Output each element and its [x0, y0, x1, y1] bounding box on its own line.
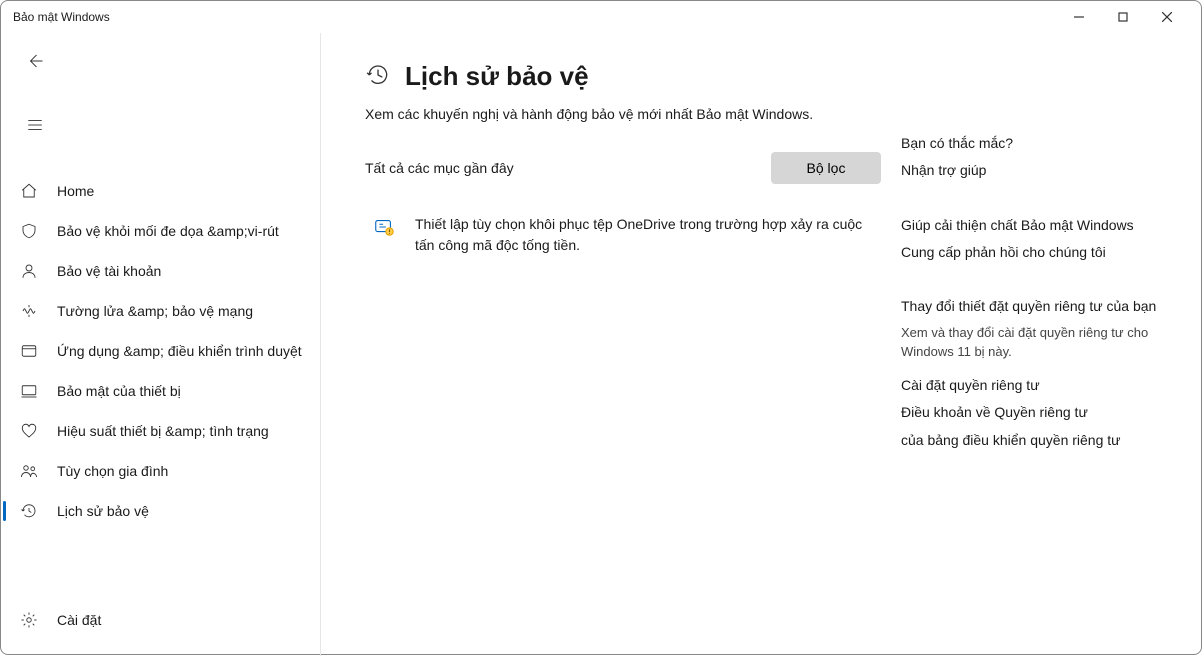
onedrive-warning-icon	[373, 214, 397, 256]
history-icon	[17, 502, 41, 520]
nav-list: Home Bảo vệ khỏi mối đe dọa &amp;vi-rút …	[1, 171, 320, 600]
recent-items-label: Tất cả các mục gần đây	[365, 160, 514, 176]
feedback-link[interactable]: Cung cấp phản hồi cho chúng tôi	[901, 243, 1161, 263]
close-button[interactable]	[1145, 2, 1189, 32]
sidebar-item-label: Tường lửa &amp; bảo vệ mạng	[57, 303, 253, 319]
account-icon	[17, 262, 41, 280]
page-subtitle: Xem các khuyến nghị và hành động bảo vệ …	[365, 106, 881, 122]
sidebar-item-account[interactable]: Bảo vệ tài khoản	[1, 251, 320, 291]
sidebar-item-virus[interactable]: Bảo vệ khỏi mối đe dọa &amp;vi-rút	[1, 211, 320, 251]
window-title: Bảo mật Windows	[13, 10, 110, 24]
maximize-button[interactable]	[1101, 2, 1145, 32]
privacy-dashboard-link[interactable]: của bảng điều khiển quyền riêng tư	[901, 431, 1161, 451]
aside-panel: Bạn có thắc mắc? Nhận trợ giúp Giúp cải …	[881, 61, 1161, 636]
recent-items-row: Tất cả các mục gần đây Bộ lọc	[365, 152, 881, 184]
recommendation-text: Thiết lập tùy chọn khôi phục tệp OneDriv…	[415, 214, 881, 256]
recommendation-item[interactable]: Thiết lập tùy chọn khôi phục tệp OneDriv…	[365, 212, 881, 256]
privacy-settings-link[interactable]: Cài đặt quyền riêng tư	[901, 376, 1161, 396]
sidebar-item-label: Bảo vệ khỏi mối đe dọa &amp;vi-rút	[57, 223, 279, 239]
sidebar-item-label: Cài đặt	[57, 612, 101, 628]
content-area: Lịch sử bảo vệ Xem các khuyến nghị và hà…	[321, 33, 1201, 656]
sidebar-item-family[interactable]: Tùy chọn gia đình	[1, 451, 320, 491]
sidebar-item-home[interactable]: Home	[1, 171, 320, 211]
get-help-link[interactable]: Nhận trợ giúp	[901, 161, 1161, 181]
sidebar-item-device-security[interactable]: Bảo mật của thiết bị	[1, 371, 320, 411]
history-icon	[365, 62, 391, 91]
shield-icon	[17, 222, 41, 240]
page-header: Lịch sử bảo vệ	[365, 61, 881, 92]
heart-icon	[17, 422, 41, 440]
sidebar-item-label: Hiệu suất thiết bị &amp; tình trạng	[57, 423, 269, 439]
back-button[interactable]	[17, 43, 53, 79]
sidebar-item-label: Tùy chọn gia đình	[57, 463, 168, 479]
sidebar-item-label: Bảo mật của thiết bị	[57, 383, 181, 399]
sidebar-item-firewall[interactable]: Tường lửa &amp; bảo vệ mạng	[1, 291, 320, 331]
sidebar-item-label: Ứng dụng &amp; điều khiển trình duyệt	[57, 343, 302, 359]
home-icon	[17, 182, 41, 200]
sidebar-item-label: Lịch sử bảo vệ	[57, 503, 149, 519]
gear-icon	[17, 611, 41, 629]
minimize-button[interactable]	[1057, 2, 1101, 32]
help-heading: Bạn có thắc mắc?	[901, 135, 1161, 151]
sidebar-item-label: Home	[57, 183, 94, 199]
page-title: Lịch sử bảo vệ	[405, 61, 589, 92]
titlebar: Bảo mật Windows	[1, 1, 1201, 33]
sidebar-item-history[interactable]: Lịch sử bảo vệ	[1, 491, 320, 531]
sidebar: Home Bảo vệ khỏi mối đe dọa &amp;vi-rút …	[1, 33, 321, 656]
sidebar-item-app-browser[interactable]: Ứng dụng &amp; điều khiển trình duyệt	[1, 331, 320, 371]
sidebar-item-settings[interactable]: Cài đặt	[1, 600, 320, 640]
improve-heading: Giúp cải thiện chất Bảo mật Windows	[901, 217, 1161, 233]
privacy-description: Xem và thay đổi cài đặt quyền riêng tư c…	[901, 324, 1161, 362]
hamburger-button[interactable]	[17, 107, 53, 143]
app-browser-icon	[17, 342, 41, 360]
device-icon	[17, 382, 41, 400]
filter-button[interactable]: Bộ lọc	[771, 152, 881, 184]
family-icon	[17, 462, 41, 480]
sidebar-item-label: Bảo vệ tài khoản	[57, 263, 161, 279]
sidebar-item-health[interactable]: Hiệu suất thiết bị &amp; tình trạng	[1, 411, 320, 451]
privacy-heading: Thay đổi thiết đặt quyền riêng tư của bạ…	[901, 298, 1161, 314]
network-icon	[17, 302, 41, 320]
privacy-statement-link[interactable]: Điều khoản về Quyền riêng tư	[901, 403, 1161, 423]
